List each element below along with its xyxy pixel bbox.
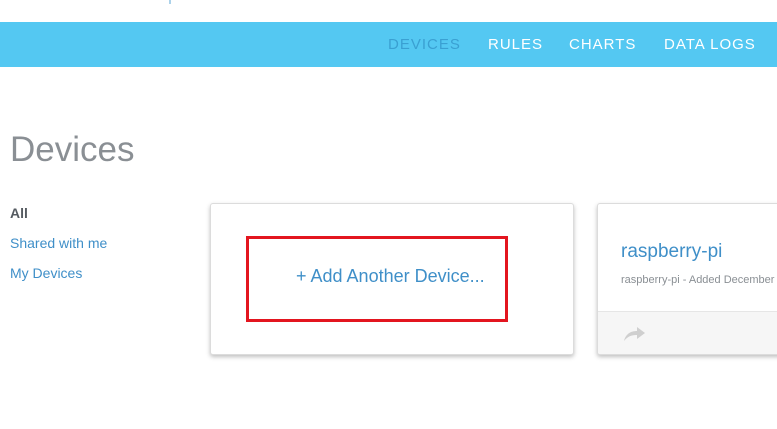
device-subtitle: raspberry-pi - Added December (621, 274, 775, 286)
filter-my-devices[interactable]: My Devices (10, 265, 82, 281)
logo-icon (169, 0, 171, 4)
share-arrow-icon[interactable] (622, 324, 648, 344)
top-navbar: DEVICES RULES CHARTS DATA LOGS (0, 22, 777, 67)
device-name-link[interactable]: raspberry-pi (621, 241, 722, 263)
device-card-footer (598, 311, 777, 354)
top-header-strip (0, 0, 777, 22)
nav-devices[interactable]: DEVICES (388, 36, 461, 53)
nav-rules[interactable]: RULES (488, 36, 543, 53)
filter-all[interactable]: All (10, 205, 28, 221)
device-card[interactable]: raspberry-pi raspberry-pi - Added Decemb… (597, 203, 777, 355)
add-device-link[interactable]: + Add Another Device... (296, 266, 485, 287)
nav-charts[interactable]: CHARTS (569, 36, 636, 53)
page-title: Devices (10, 130, 135, 169)
nav-data-logs[interactable]: DATA LOGS (664, 36, 756, 53)
filter-shared-with-me[interactable]: Shared with me (10, 235, 107, 251)
add-device-card[interactable]: + Add Another Device... (210, 203, 574, 355)
